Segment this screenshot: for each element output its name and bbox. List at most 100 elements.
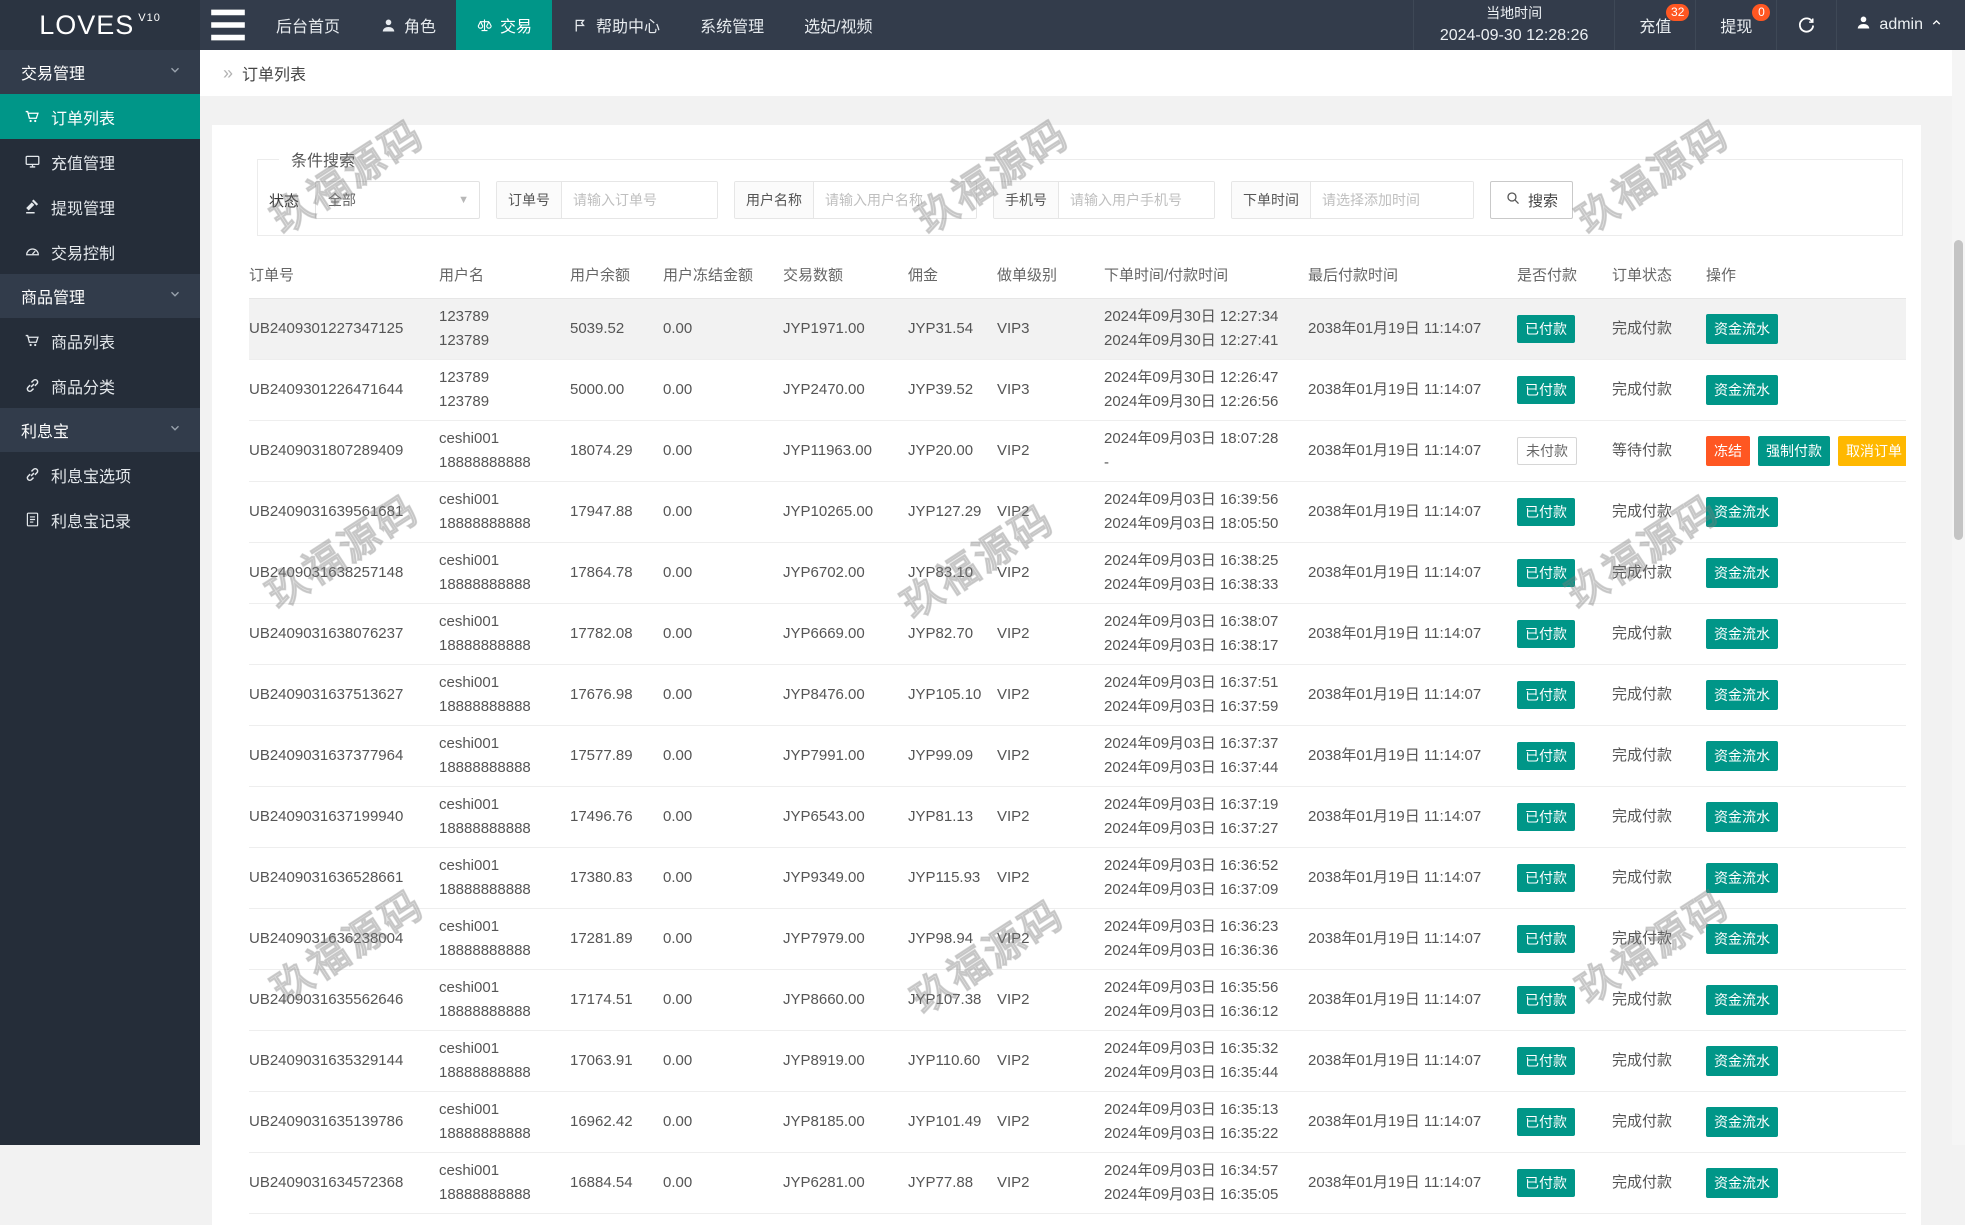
sidebar-item-订单列表[interactable]: 订单列表 <box>0 94 200 139</box>
withdraw-button[interactable]: 提现 0 <box>1696 0 1778 50</box>
paid-cell: 已付款 <box>1517 908 1612 970</box>
table-row: UB2409031636238004 ceshi001 18888888888 172… <box>249 908 1906 970</box>
commission-cell: JYP115.93 <box>908 847 997 909</box>
action-button-资金流水[interactable]: 资金流水 <box>1706 618 1778 649</box>
action-button-取消订单[interactable]: 取消订单 <box>1838 435 1906 466</box>
nav-item-交易[interactable]: 交易 <box>456 0 553 50</box>
action-button-资金流水[interactable]: 资金流水 <box>1706 1045 1778 1076</box>
sidebar-item-交易控制[interactable]: 交易控制 <box>0 229 200 274</box>
paid-cell: 已付款 <box>1517 298 1612 360</box>
column-header: 最后付款时间 <box>1308 252 1517 299</box>
order-time-input[interactable] <box>1311 182 1474 218</box>
refresh-icon[interactable] <box>1777 0 1838 50</box>
amount-cell: JYP6543.00 <box>783 786 908 848</box>
order-no-input[interactable] <box>562 182 718 218</box>
user-cell: ceshi001 18888888888 <box>439 603 570 665</box>
actions-cell: 资金流水 <box>1706 298 1906 360</box>
action-button-冻结[interactable]: 冻结 <box>1706 435 1750 466</box>
order-status-cell: 完成付款 <box>1612 359 1706 421</box>
actions-cell: 资金流水 <box>1706 1091 1906 1153</box>
user-cell: ceshi001 18888888888 <box>439 664 570 726</box>
sidebar-group-交易管理[interactable]: 交易管理 <box>0 50 200 94</box>
action-button-资金流水[interactable]: 资金流水 <box>1706 557 1778 588</box>
search-button[interactable]: 搜索 <box>1490 181 1574 219</box>
balance-cell: 5000.00 <box>570 359 663 421</box>
nav-item-角色[interactable]: 角色 <box>360 0 456 50</box>
order-status-cell: 完成付款 <box>1612 1030 1706 1092</box>
last-pay-time-cell: 2038年01月19日 11:14:07 <box>1308 786 1517 848</box>
action-button-资金流水[interactable]: 资金流水 <box>1706 1167 1778 1198</box>
last-pay-time-cell: 2038年01月19日 11:14:07 <box>1308 1091 1517 1153</box>
pay-status-badge: 已付款 <box>1517 558 1575 587</box>
time-cell: 2024年09月03日 16:38:25 2024年09月03日 16:38:33 <box>1104 542 1308 604</box>
order-no-cell: UB2409031637513627 <box>249 664 439 726</box>
sidebar-item-利息宝记录[interactable]: 利息宝记录 <box>0 497 200 542</box>
time-cell: 2024年09月03日 16:35:13 2024年09月03日 16:35:22 <box>1104 1091 1308 1153</box>
column-header: 订单号 <box>249 252 439 299</box>
recharge-button[interactable]: 充值 32 <box>1615 0 1697 50</box>
action-button-资金流水[interactable]: 资金流水 <box>1706 923 1778 954</box>
phone-label: 手机号 <box>994 182 1060 218</box>
sidebar-item-提现管理[interactable]: 提现管理 <box>0 184 200 229</box>
action-button-资金流水[interactable]: 资金流水 <box>1706 801 1778 832</box>
action-button-资金流水[interactable]: 资金流水 <box>1706 313 1778 344</box>
balance-cell: 17864.78 <box>570 542 663 604</box>
column-header: 订单状态 <box>1612 252 1706 299</box>
sidebar-group-label: 商品管理 <box>21 290 86 307</box>
hamburger-icon[interactable] <box>200 0 256 50</box>
action-button-强制付款[interactable]: 强制付款 <box>1758 435 1830 466</box>
action-button-资金流水[interactable]: 资金流水 <box>1706 374 1778 405</box>
sidebar-group-label: 交易管理 <box>21 66 86 83</box>
sidebar-item-商品列表[interactable]: 商品列表 <box>0 318 200 363</box>
amount-cell: JYP8476.00 <box>783 664 908 726</box>
pay-status-badge: 已付款 <box>1517 680 1575 709</box>
level-cell: VIP2 <box>997 847 1104 909</box>
user-cell: 123789 123789 <box>439 298 570 360</box>
status-select[interactable]: 全部 ▼ <box>315 181 481 219</box>
action-button-资金流水[interactable]: 资金流水 <box>1706 984 1778 1015</box>
scrollbar-thumb[interactable] <box>1954 240 1963 540</box>
actions-cell: 资金流水 <box>1706 664 1906 726</box>
action-button-资金流水[interactable]: 资金流水 <box>1706 679 1778 710</box>
user-menu[interactable]: admin <box>1837 0 1965 50</box>
search-panel: 条件搜索 状态 全部 ▼ 订单号 用户名称 手机号 <box>257 147 1903 236</box>
commission-cell: JYP110.60 <box>908 1030 997 1092</box>
hammer-icon <box>24 198 41 215</box>
table-row: UB2409301227347125 123789 123789 5039.52 0.0… <box>249 298 1906 360</box>
chevron-down-icon <box>168 63 182 82</box>
order-status-cell: 完成付款 <box>1612 725 1706 787</box>
card-icon <box>24 153 41 170</box>
breadcrumb-chevrons-icon: » <box>223 62 234 83</box>
sidebar-group-利息宝[interactable]: 利息宝 <box>0 408 200 452</box>
cart-icon <box>24 332 41 349</box>
nav-item-选妃/视频[interactable]: 选妃/视频 <box>784 0 892 50</box>
action-button-资金流水[interactable]: 资金流水 <box>1706 740 1778 771</box>
sidebar-item-商品分类[interactable]: 商品分类 <box>0 363 200 408</box>
user-icon <box>380 17 397 34</box>
paid-cell: 已付款 <box>1517 1030 1612 1092</box>
frozen-cell: 0.00 <box>663 725 783 787</box>
sidebar-item-利息宝选项[interactable]: 利息宝选项 <box>0 452 200 497</box>
nav-item-后台首页[interactable]: 后台首页 <box>256 0 360 50</box>
sidebar-item-label: 利息宝记录 <box>51 513 132 531</box>
username-field-group: 用户名称 <box>734 181 978 219</box>
last-pay-time-cell: 2038年01月19日 11:14:07 <box>1308 603 1517 665</box>
phone-input[interactable] <box>1059 182 1215 218</box>
action-button-资金流水[interactable]: 资金流水 <box>1706 496 1778 527</box>
nav-item-系统管理[interactable]: 系统管理 <box>680 0 784 50</box>
username-input[interactable] <box>814 182 977 218</box>
table-row: UB2409031637377964 ceshi001 18888888888 175… <box>249 725 1906 787</box>
nav-item-帮助中心[interactable]: 帮助中心 <box>552 0 680 50</box>
order-no-label: 订单号 <box>497 182 563 218</box>
pay-status-badge: 已付款 <box>1517 1168 1575 1197</box>
table-row: UB2409031807289409 ceshi001 18888888888 180… <box>249 420 1906 482</box>
action-button-资金流水[interactable]: 资金流水 <box>1706 1106 1778 1137</box>
pay-status-badge: 已付款 <box>1517 497 1575 526</box>
sidebar-group-商品管理[interactable]: 商品管理 <box>0 274 200 318</box>
flag-icon <box>572 17 589 34</box>
vertical-scrollbar <box>1952 50 1965 1145</box>
actions-cell: 资金流水 <box>1706 969 1906 1031</box>
time-cell: 2024年09月30日 12:26:47 2024年09月30日 12:26:56 <box>1104 359 1308 421</box>
action-button-资金流水[interactable]: 资金流水 <box>1706 862 1778 893</box>
sidebar-item-充值管理[interactable]: 充值管理 <box>0 139 200 184</box>
